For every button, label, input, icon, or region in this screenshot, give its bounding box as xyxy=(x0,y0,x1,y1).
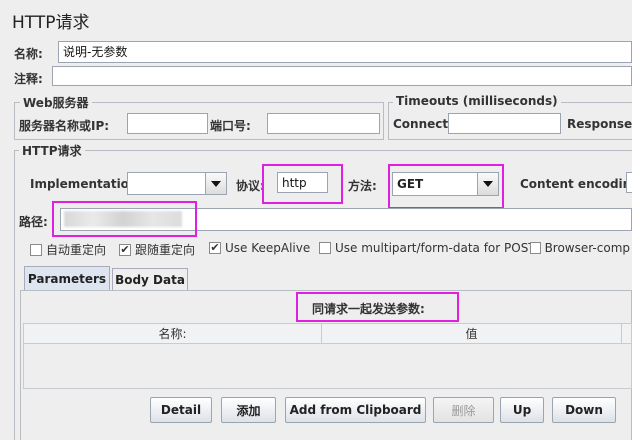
page-title: HTTP请求 xyxy=(12,13,90,33)
up-button[interactable]: Up xyxy=(500,397,544,423)
params-caption-highlight xyxy=(296,292,459,322)
tab-body-data[interactable]: Body Data xyxy=(112,268,188,290)
checkbox-box[interactable] xyxy=(530,242,541,254)
check-icon[interactable]: ✔ xyxy=(119,243,131,256)
checkbox-label: Use KeepAlive xyxy=(225,241,311,255)
column-header-value[interactable]: 值 xyxy=(322,324,622,343)
path-highlight xyxy=(52,201,197,237)
down-button[interactable]: Down xyxy=(552,397,616,423)
check-icon[interactable]: ✔ xyxy=(209,242,221,254)
checkbox-box[interactable] xyxy=(30,243,42,256)
checkbox-browser-compatible[interactable]: Browser-comp xyxy=(530,241,630,255)
path-label: 路径: xyxy=(19,215,48,229)
checkbox-follow-redirect[interactable]: ✔ 跟随重定向 xyxy=(119,241,195,258)
name-label: 名称: xyxy=(14,47,43,61)
column-header-name[interactable]: 名称: xyxy=(24,324,322,343)
encoding-label: Content encoding: xyxy=(520,177,632,191)
detail-button[interactable]: Detail xyxy=(150,397,212,423)
method-select[interactable]: GET xyxy=(392,172,499,196)
implementation-label: Implementation: xyxy=(30,177,143,191)
delete-button[interactable]: 删除 xyxy=(433,397,494,423)
server-input[interactable] xyxy=(127,113,208,134)
comment-field[interactable] xyxy=(52,66,632,86)
chevron-down-icon[interactable] xyxy=(477,173,498,195)
tab-parameters[interactable]: Parameters xyxy=(24,266,110,290)
implementation-select[interactable] xyxy=(127,172,227,195)
checkbox-label: Browser-comp xyxy=(544,241,630,255)
protocol-input[interactable]: http xyxy=(277,172,328,193)
checkbox-auto-redirect[interactable]: 自动重定向 xyxy=(30,241,106,258)
add-button[interactable]: 添加 xyxy=(221,397,276,423)
encoding-input[interactable] xyxy=(626,172,632,193)
checkbox-keepalive[interactable]: ✔ Use KeepAlive xyxy=(209,241,310,255)
method-value: GET xyxy=(397,177,424,191)
protocol-label: 协议: xyxy=(236,179,265,193)
checkbox-multipart[interactable]: Use multipart/form-data for POST xyxy=(319,241,536,255)
checkbox-label: 跟随重定向 xyxy=(135,243,196,257)
checkbox-box[interactable] xyxy=(319,242,331,254)
connect-label: Connect: xyxy=(393,117,453,131)
name-field[interactable]: 说明-无参数 xyxy=(58,41,632,63)
comment-label: 注释: xyxy=(14,72,43,86)
column-header-extra[interactable] xyxy=(622,324,631,343)
http-request-title: HTTP请求 xyxy=(19,142,85,159)
chevron-down-icon[interactable] xyxy=(205,173,226,194)
server-label: 服务器名称或IP: xyxy=(19,119,110,133)
port-label: 端口号: xyxy=(210,119,251,133)
method-label: 方法: xyxy=(348,179,377,193)
connect-input[interactable] xyxy=(448,113,561,134)
timeouts-title: Timeouts (milliseconds) xyxy=(393,94,561,108)
add-from-clipboard-button[interactable]: Add from Clipboard xyxy=(285,397,426,423)
checkbox-label: 自动重定向 xyxy=(46,243,107,257)
response-label: Response: xyxy=(567,117,632,131)
table-header: 名称: 值 xyxy=(24,324,631,344)
params-table: 名称: 值 xyxy=(23,323,632,389)
port-input[interactable] xyxy=(267,113,380,134)
checkbox-label: Use multipart/form-data for POST xyxy=(335,241,536,255)
web-server-title: Web服务器 xyxy=(20,94,92,111)
